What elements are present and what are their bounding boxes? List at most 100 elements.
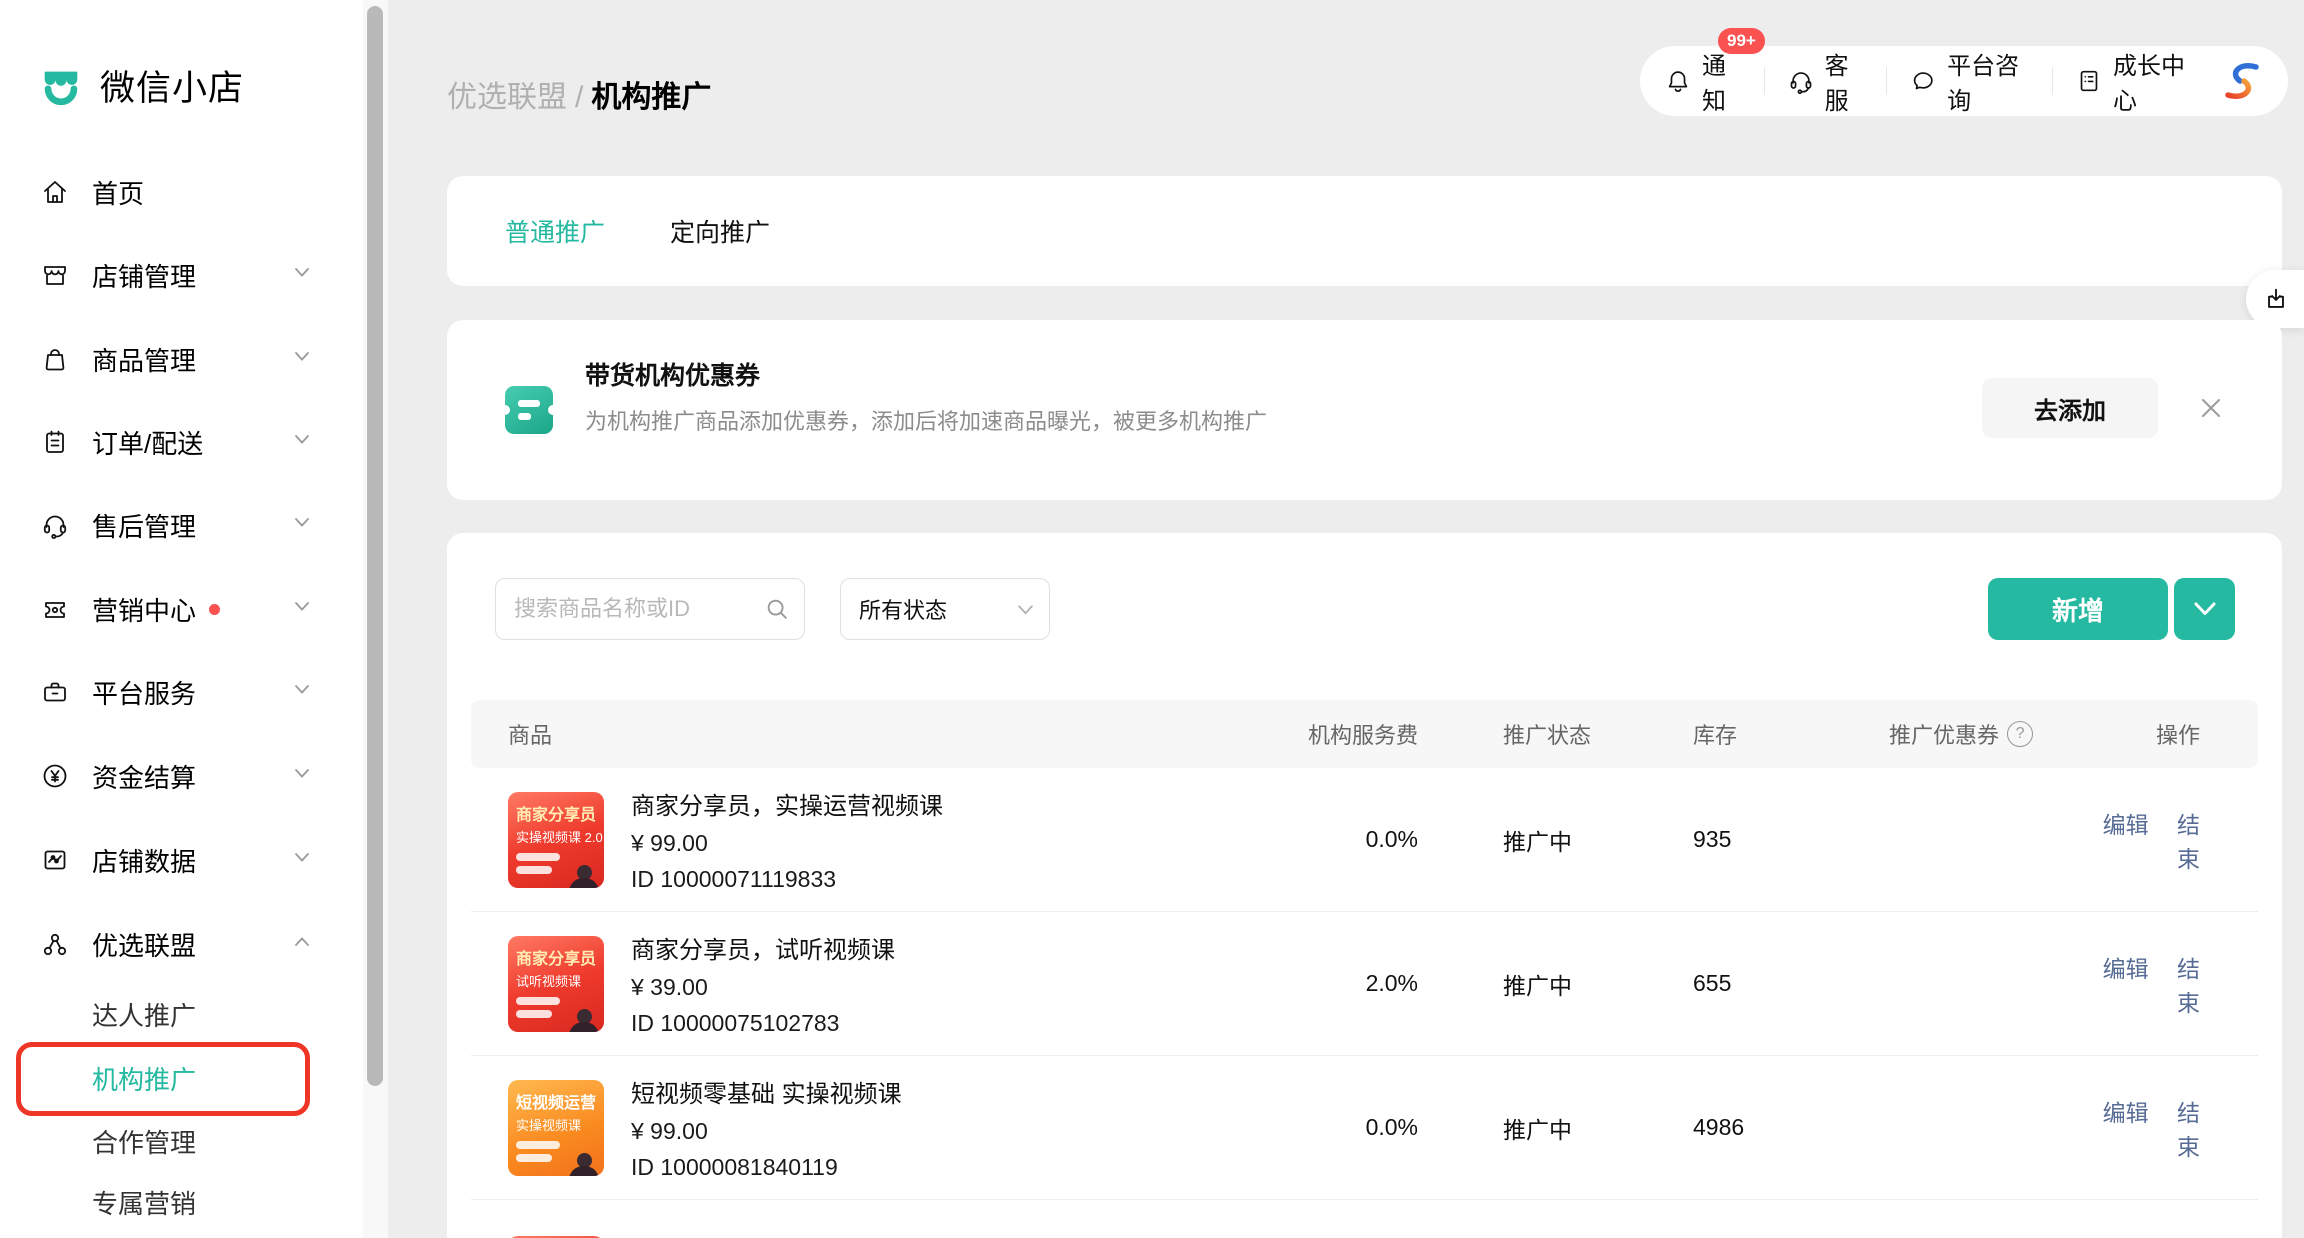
sidebar-subitem-exclusive-marketing[interactable]: 专属营销 [92,1182,196,1222]
customer-service-button[interactable]: 客服 [1787,46,1865,116]
table-row: 商家分享员 试听视频课 商家分享员，试听视频课 ¥ 39.00 ID 10000… [471,912,2258,1056]
status-cell: 推广中 [1418,1111,1618,1145]
sidebar-item-aftersales[interactable]: 售后管理 [0,505,363,545]
product-price: ¥ 39.00 [631,974,895,1001]
edit-link[interactable]: 编辑 [2103,1100,2149,1126]
chevron-down-icon [295,685,309,694]
close-icon[interactable] [2197,394,2225,422]
chat-bubble-icon [1909,67,1937,95]
add-dropdown-button[interactable] [2174,578,2235,640]
sidebar-subitem-institution-promotion[interactable]: 机构推广 [92,1058,196,1098]
breadcrumb: 优选联盟/机构推广 [447,72,711,116]
fee-cell: 0.0% [1258,826,1418,853]
help-icon[interactable]: ? [2007,721,2033,747]
search-icon[interactable] [764,596,790,622]
sidebar-item-marketing-center[interactable]: 营销中心 [0,589,363,629]
table-header: 商品 机构服务费 推广状态 库存 推广优惠券 ? 操作 [471,700,2258,768]
divider [1886,67,1887,95]
headset-icon [1787,67,1815,95]
column-header-stock: 库存 [1618,718,1818,750]
app-title: 微信小店 [100,60,244,111]
end-link[interactable]: 结束 [2177,956,2200,1016]
product-price: ¥ 99.00 [631,830,943,857]
stock-cell: 4986 [1618,1114,1818,1141]
product-id: ID 10000071119833 [631,866,943,893]
product-image: 商家分享员 实操视频课 2.0 [508,792,604,888]
sidebar-subitem-influencer-promotion[interactable]: 达人推广 [92,994,196,1034]
person-silhouette [567,1009,601,1032]
divider [1764,67,1765,95]
yen-circle-icon [40,761,70,791]
breadcrumb-separator: / [575,81,583,114]
coupon-ticket-icon [505,386,553,434]
status-cell: 推广中 [1418,823,1618,857]
notifications-button[interactable]: 通知99+ [1664,46,1742,116]
headset-icon [40,510,70,540]
product-cell: 短视频运营 实操视频课 短视频零基础 实操视频课 ¥ 99.00 ID 1000… [471,1074,1258,1181]
divider [2052,67,2053,95]
sidebar-subitem-cooperation-management[interactable]: 合作管理 [92,1121,196,1161]
product-id: ID 10000075102783 [631,1010,895,1037]
chevron-down-icon [2194,602,2216,616]
product-id: ID 10000081840119 [631,1154,902,1181]
chart-icon [40,845,70,875]
status-filter-select[interactable]: 所有状态 [840,578,1050,640]
table-row-partial [471,1200,2258,1238]
brand-swirl-logo[interactable] [2220,59,2264,103]
end-link[interactable]: 结束 [2177,1100,2200,1160]
sidebar-item-home[interactable]: 首页 [0,172,363,212]
product-image: 短视频运营 实操视频课 [508,1080,604,1176]
edit-link[interactable]: 编辑 [2103,812,2149,838]
sidebar-item-store-data[interactable]: 店铺数据 [0,840,363,880]
sidebar-item-product-management[interactable]: 商品管理 [0,339,363,379]
column-header-actions: 操作 [2088,718,2258,750]
sidebar: 微信小店 首页 店铺管理 商品管理 订单/配送 售后管理 营销中心 平台服务 [0,0,363,1238]
chevron-down-icon [295,518,309,527]
sidebar-item-orders-delivery[interactable]: 订单/配送 [0,422,363,462]
column-header-fee: 机构服务费 [1258,718,1418,750]
platform-consult-button[interactable]: 平台咨询 [1909,46,2030,116]
table-row: 短视频运营 实操视频课 短视频零基础 实操视频课 ¥ 99.00 ID 1000… [471,1056,2258,1200]
banner-title: 带货机构优惠券 [585,356,760,392]
table-row: 商家分享员 实操视频课 2.0 商家分享员，实操运营视频课 ¥ 99.00 ID… [471,768,2258,912]
home-icon [40,177,70,207]
sidebar-scrollbar-thumb[interactable] [367,6,383,1086]
product-title: 商家分享员，实操运营视频课 [631,786,943,821]
network-icon [40,929,70,959]
edit-link[interactable]: 编辑 [2103,956,2149,982]
download-icon [2263,286,2289,312]
chevron-up-icon [295,937,309,946]
breadcrumb-parent[interactable]: 优选联盟 [447,81,567,114]
add-button[interactable]: 新增 [1988,578,2168,640]
product-cell [471,1212,1258,1238]
tab-normal-promotion[interactable]: 普通推广 [505,176,605,286]
bell-icon [1664,67,1692,95]
end-link[interactable]: 结束 [2177,812,2200,872]
clipboard-icon [40,427,70,457]
tab-targeted-promotion[interactable]: 定向推广 [670,176,770,286]
actions-cell: 编辑 结束 [2088,806,2258,874]
product-cell: 商家分享员 实操视频课 2.0 商家分享员，实操运营视频课 ¥ 99.00 ID… [471,786,1258,893]
actions-cell: 编辑 结束 [2088,1094,2258,1162]
promotion-table-card: 所有状态 新增 商品 机构服务费 推广状态 库存 推广优惠券 ? 操作 商家分享… [447,533,2282,1238]
chevron-down-icon [295,352,309,361]
fee-cell: 2.0% [1258,970,1418,997]
chevron-down-icon [295,769,309,778]
sidebar-item-preferred-alliance[interactable]: 优选联盟 [0,924,363,964]
wechat-shop-logo-icon [38,63,84,109]
growth-center-button[interactable]: 成长中心 [2075,46,2196,116]
go-add-button[interactable]: 去添加 [1982,378,2158,438]
app-logo[interactable]: 微信小店 [38,60,244,111]
coupon-banner: 带货机构优惠券 为机构推广商品添加优惠券，添加后将加速商品曝光，被更多机构推广 … [447,320,2282,500]
top-utility-bar: 通知99+ 客服 平台咨询 成长中心 [1640,46,2288,116]
sidebar-item-platform-services[interactable]: 平台服务 [0,672,363,712]
product-price: ¥ 99.00 [631,1118,902,1145]
search-input[interactable] [496,579,804,639]
table-body: 商家分享员 实操视频课 2.0 商家分享员，实操运营视频课 ¥ 99.00 ID… [471,768,2258,1238]
fee-cell: 0.0% [1258,1114,1418,1141]
sidebar-item-store-management[interactable]: 店铺管理 [0,255,363,295]
stock-cell: 935 [1618,826,1818,853]
chevron-down-icon [1018,605,1033,615]
sidebar-item-funds-settlement[interactable]: 资金结算 [0,756,363,796]
product-title: 商家分享员，试听视频课 [631,930,895,965]
